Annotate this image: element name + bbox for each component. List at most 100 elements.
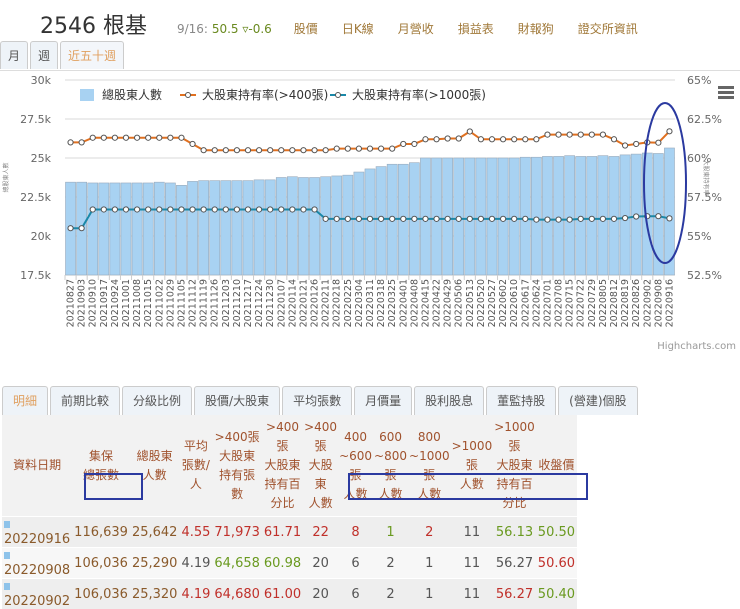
bar-total-shareholders[interactable] (609, 156, 619, 275)
line-point[interactable] (489, 216, 494, 221)
line-point[interactable] (489, 137, 494, 142)
bar-total-shareholders[interactable] (531, 157, 541, 275)
line-point[interactable] (467, 129, 472, 134)
line-point[interactable] (256, 207, 261, 212)
line-point[interactable] (456, 136, 461, 141)
bar-total-shareholders[interactable] (199, 181, 209, 275)
line-point[interactable] (90, 207, 95, 212)
tab-last-50-weeks[interactable]: 近五十週 (60, 41, 124, 69)
line-point[interactable] (268, 207, 273, 212)
line-point[interactable] (378, 146, 383, 151)
bar-total-shareholders[interactable] (598, 156, 608, 275)
line-point[interactable] (146, 207, 151, 212)
bar-total-shareholders[interactable] (587, 156, 597, 275)
line-point[interactable] (234, 207, 239, 212)
tab-period-compare[interactable]: 前期比較 (50, 386, 120, 415)
line-point[interactable] (667, 129, 672, 134)
legend-item[interactable]: 大股東持有率(>1000張) (330, 87, 486, 102)
line-point[interactable] (667, 216, 672, 221)
line-point[interactable] (334, 216, 339, 221)
line-point[interactable] (123, 135, 128, 140)
line-point[interactable] (301, 148, 306, 153)
bar-total-shareholders[interactable] (243, 181, 253, 275)
line-point[interactable] (622, 215, 627, 220)
line-point[interactable] (478, 216, 483, 221)
line-point[interactable] (423, 216, 428, 221)
line-point[interactable] (545, 132, 550, 137)
bar-total-shareholders[interactable] (565, 156, 575, 275)
line-point[interactable] (245, 207, 250, 212)
line-point[interactable] (434, 216, 439, 221)
line-point[interactable] (390, 216, 395, 221)
line-point[interactable] (390, 146, 395, 151)
legend-item[interactable]: 大股東持有率(>400張) (180, 87, 328, 102)
tab-monthly[interactable]: 月 (0, 41, 28, 69)
line-point[interactable] (68, 140, 73, 145)
line-point[interactable] (567, 217, 572, 222)
bar-total-shareholders[interactable] (143, 183, 153, 275)
line-point[interactable] (611, 137, 616, 142)
line-point[interactable] (534, 217, 539, 222)
line-point[interactable] (79, 140, 84, 145)
line-point[interactable] (234, 148, 239, 153)
nav-income-statement[interactable]: 損益表 (458, 20, 494, 37)
line-point[interactable] (534, 137, 539, 142)
tab-detail[interactable]: 明細 (2, 386, 48, 415)
nav-monthly-revenue[interactable]: 月營收 (398, 20, 434, 37)
line-point[interactable] (423, 137, 428, 142)
nav-statementdog[interactable]: 財報狗 (518, 20, 554, 37)
bar-total-shareholders[interactable] (265, 180, 275, 275)
tab-price-major-holders[interactable]: 股價/大股東 (194, 386, 280, 415)
bar-total-shareholders[interactable] (343, 175, 353, 275)
line-point[interactable] (600, 216, 605, 221)
bar-total-shareholders[interactable] (110, 183, 120, 275)
bar-total-shareholders[interactable] (332, 176, 342, 275)
bar-total-shareholders[interactable] (298, 178, 308, 276)
line-point[interactable] (323, 216, 328, 221)
line-point[interactable] (634, 141, 639, 146)
line-point[interactable] (401, 216, 406, 221)
nav-twse-info[interactable]: 證交所資訊 (578, 20, 638, 37)
line-point[interactable] (600, 132, 605, 137)
line-point[interactable] (123, 207, 128, 212)
tab-dividends[interactable]: 股利股息 (414, 386, 484, 415)
bar-total-shareholders[interactable] (154, 182, 164, 275)
nav-daily-k[interactable]: 日K線 (342, 20, 374, 37)
line-point[interactable] (212, 148, 217, 153)
line-point[interactable] (201, 148, 206, 153)
bar-total-shareholders[interactable] (576, 156, 586, 275)
line-point[interactable] (223, 148, 228, 153)
line-point[interactable] (523, 137, 528, 142)
line-point[interactable] (268, 148, 273, 153)
bar-total-shareholders[interactable] (232, 181, 242, 275)
line-point[interactable] (656, 214, 661, 219)
line-point[interactable] (290, 207, 295, 212)
line-point[interactable] (367, 216, 372, 221)
line-point[interactable] (201, 207, 206, 212)
line-point[interactable] (134, 207, 139, 212)
tab-monthly-price-volume[interactable]: 月價量 (354, 386, 412, 415)
line-point[interactable] (512, 137, 517, 142)
line-point[interactable] (134, 135, 139, 140)
line-point[interactable] (190, 207, 195, 212)
line-point[interactable] (445, 216, 450, 221)
tab-director-holdings[interactable]: 董監持股 (486, 386, 556, 415)
nav-stock-price[interactable]: 股價 (294, 20, 318, 37)
bar-total-shareholders[interactable] (210, 181, 220, 275)
line-point[interactable] (245, 148, 250, 153)
line-point[interactable] (500, 216, 505, 221)
bar-total-shareholders[interactable] (254, 180, 264, 275)
line-point[interactable] (556, 132, 561, 137)
bar-total-shareholders[interactable] (176, 185, 186, 275)
line-point[interactable] (68, 226, 73, 231)
line-point[interactable] (301, 207, 306, 212)
bar-total-shareholders[interactable] (354, 172, 364, 275)
line-point[interactable] (345, 146, 350, 151)
bar-total-shareholders[interactable] (132, 183, 142, 275)
bar-total-shareholders[interactable] (620, 155, 630, 275)
line-point[interactable] (157, 207, 162, 212)
line-point[interactable] (90, 135, 95, 140)
bar-total-shareholders[interactable] (88, 183, 98, 275)
line-point[interactable] (556, 217, 561, 222)
bar-total-shareholders[interactable] (165, 183, 175, 275)
